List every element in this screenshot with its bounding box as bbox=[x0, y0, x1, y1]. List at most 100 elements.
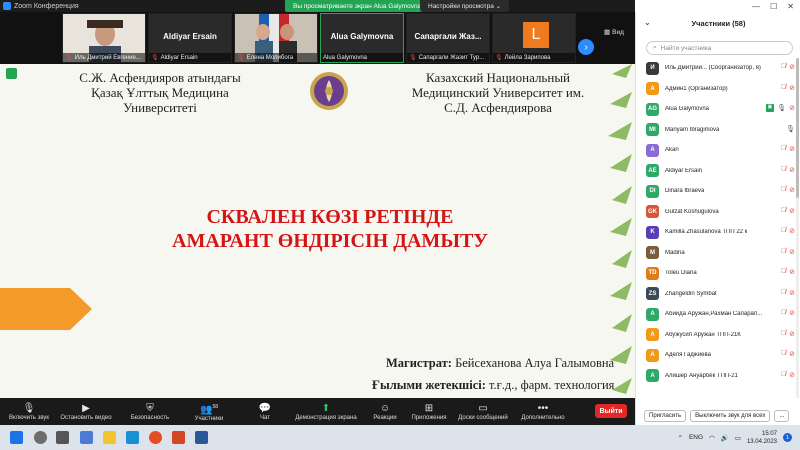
task-view-icon[interactable] bbox=[56, 431, 69, 444]
mic-muted-icon[interactable]: 🎙̸ bbox=[781, 166, 786, 174]
participant-row[interactable]: DI Dinara Ibraeva 🎙̸ ⊘ bbox=[636, 181, 800, 202]
notification-badge[interactable]: 1 bbox=[783, 433, 792, 442]
mic-icon[interactable]: 🎙 bbox=[786, 125, 795, 133]
mic-muted-icon[interactable]: 🎙̸ bbox=[781, 207, 786, 215]
maximize-icon[interactable]: ☐ bbox=[770, 2, 777, 11]
video-thumbnail[interactable]: L 🎙 Лейла Зарипова bbox=[492, 13, 576, 63]
mic-muted-icon[interactable]: 🎙̸ bbox=[781, 63, 786, 71]
video-off-icon[interactable]: ⊘ bbox=[789, 104, 795, 112]
video-off-icon[interactable]: ⊘ bbox=[789, 268, 795, 276]
word-icon[interactable] bbox=[195, 431, 208, 444]
view-button[interactable]: ▦ Вид bbox=[604, 28, 624, 37]
video-thumbnail[interactable]: Alua Galymovna Alua Galymovna bbox=[320, 13, 404, 63]
video-off-icon[interactable]: ⊘ bbox=[789, 371, 795, 379]
participant-row[interactable]: А Алишер Ануарбек ТПП-21 🎙̸ ⊘ bbox=[636, 366, 800, 387]
video-off-icon[interactable]: ⊘ bbox=[789, 84, 795, 92]
close-icon[interactable]: ✕ bbox=[787, 2, 794, 11]
zoom-logo-icon bbox=[3, 2, 11, 10]
participant-row[interactable]: И Иль Дмитрий... (Соорганизатор, я) 🎙̸ ⊘ bbox=[636, 58, 800, 79]
volume-icon[interactable]: 🔊 bbox=[721, 434, 729, 442]
apps-button[interactable]: ⊞ Приложения bbox=[408, 398, 450, 425]
participant-row[interactable]: ZS Zhangeldin Symbat 🎙̸ ⊘ bbox=[636, 284, 800, 305]
participant-row[interactable]: А Аделя Гаджиева 🎙̸ ⊘ bbox=[636, 345, 800, 366]
mic-muted-icon: 🎙 bbox=[237, 55, 245, 61]
scrollbar[interactable] bbox=[796, 58, 799, 398]
video-thumbnail[interactable]: Aldiyar Ersain 🎙 Aldiyar Ersain bbox=[148, 13, 232, 63]
mic-muted-icon[interactable]: 🎙̸ bbox=[781, 371, 786, 379]
panel-title: Участники (58) bbox=[691, 18, 746, 28]
video-off-icon[interactable]: ⊘ bbox=[789, 289, 795, 297]
more-options-button[interactable]: ... bbox=[774, 409, 790, 422]
participant-row[interactable]: GK Gulzat Koshugulova 🎙̸ ⊘ bbox=[636, 202, 800, 223]
mic-muted-icon[interactable]: 🎙̸ bbox=[781, 289, 786, 297]
chevron-up-icon[interactable]: ⌃ bbox=[678, 434, 683, 442]
whiteboard-button[interactable]: ▭ Доски сообщений bbox=[454, 398, 512, 425]
next-page-button[interactable]: › bbox=[578, 39, 594, 55]
wifi-icon[interactable]: ◠ bbox=[709, 434, 715, 442]
chat-icon: 💬 bbox=[258, 402, 272, 414]
unmute-button[interactable]: 🎙 Включить звук bbox=[4, 398, 54, 425]
participant-row[interactable]: AE Aldiyar Ersain 🎙̸ ⊘ bbox=[636, 161, 800, 182]
mic-muted-icon[interactable]: 🎙̸ bbox=[781, 145, 786, 153]
participant-status-icons: 🎙̸ ⊘ bbox=[781, 145, 795, 153]
video-thumbnail[interactable]: Сапаргали Жаз... 🎙 Сапаргали Жазит Тур... bbox=[406, 13, 490, 63]
leave-button[interactable]: Выйти bbox=[595, 404, 627, 418]
participant-row[interactable]: А Админ1 (Организатор) 🎙̸ ⊘ bbox=[636, 79, 800, 100]
language-indicator[interactable]: ENG bbox=[689, 434, 703, 441]
file-explorer-icon[interactable] bbox=[103, 431, 116, 444]
view-options-button[interactable]: Настройки просмотра ⌄ bbox=[420, 0, 510, 12]
battery-icon[interactable]: ▭ bbox=[735, 434, 741, 442]
mic-muted-icon[interactable]: 🎙̸ bbox=[781, 227, 786, 235]
participant-status-icons: 🎙̸ ⊘ bbox=[781, 84, 795, 92]
video-off-icon[interactable]: ⊘ bbox=[789, 350, 795, 358]
minimize-icon[interactable]: — bbox=[752, 2, 760, 11]
participant-row[interactable]: M Madina 🎙̸ ⊘ bbox=[636, 243, 800, 264]
video-off-icon[interactable]: ⊘ bbox=[789, 186, 795, 194]
participants-button[interactable]: 👥58 Участники bbox=[186, 398, 232, 425]
video-off-icon[interactable]: ⊘ bbox=[789, 227, 795, 235]
avatar: А bbox=[646, 307, 659, 321]
mic-muted-icon[interactable]: 🎙̸ bbox=[781, 84, 786, 92]
collapse-panel-icon[interactable]: ⌄ bbox=[644, 18, 651, 27]
participant-row[interactable]: TD Toleu Diana 🎙̸ ⊘ bbox=[636, 263, 800, 284]
windows-start-icon[interactable] bbox=[10, 431, 23, 444]
mute-all-button[interactable]: Выключить звук для всех bbox=[690, 409, 771, 422]
video-off-icon[interactable]: ⊘ bbox=[789, 330, 795, 338]
more-button[interactable]: ••• Дополнительно bbox=[518, 398, 568, 425]
chat-button[interactable]: 💬 Чат bbox=[250, 398, 280, 425]
mic-icon[interactable]: 🎙 bbox=[777, 104, 786, 112]
security-button[interactable]: ⛨ Безопасность bbox=[125, 398, 175, 425]
participant-row[interactable]: А Абужусип Аружан ТПП-21К 🎙̸ ⊘ bbox=[636, 325, 800, 346]
video-off-icon[interactable]: ⊘ bbox=[789, 309, 795, 317]
video-thumbnail[interactable]: 🎙 Иль Дмитрий Евгение... bbox=[62, 13, 146, 63]
mic-muted-icon[interactable]: 🎙̸ bbox=[781, 186, 786, 194]
participant-row[interactable]: MI Mariyam Ibragimova 🎙 bbox=[636, 120, 800, 141]
participant-search-input[interactable]: ⌕ Найти участника bbox=[646, 41, 793, 55]
powerpoint-icon[interactable] bbox=[172, 431, 185, 444]
video-off-icon[interactable]: ⊘ bbox=[789, 145, 795, 153]
security-shield-icon[interactable] bbox=[6, 68, 17, 79]
video-off-icon[interactable]: ⊘ bbox=[789, 63, 795, 71]
participant-row[interactable]: А Абиида Аружан,Рахман Сапарап... 🎙̸ ⊘ bbox=[636, 304, 800, 325]
share-screen-button[interactable]: ⬆ Демонстрация экрана bbox=[290, 398, 362, 425]
search-icon[interactable] bbox=[34, 431, 47, 444]
participant-row[interactable]: K Kamilla Zhasulanova ТПП 22 к 🎙̸ ⊘ bbox=[636, 222, 800, 243]
mic-muted-icon[interactable]: 🎙̸ bbox=[781, 350, 786, 358]
clock[interactable]: 15:07 13.04.2023 bbox=[747, 430, 777, 446]
mic-muted-icon[interactable]: 🎙̸ bbox=[781, 309, 786, 317]
participant-row[interactable]: A Akan 🎙̸ ⊘ bbox=[636, 140, 800, 161]
video-off-icon[interactable]: ⊘ bbox=[789, 207, 795, 215]
video-thumbnail[interactable]: 🎙 Елена Молибога bbox=[234, 13, 318, 63]
chrome-icon[interactable] bbox=[149, 431, 162, 444]
mic-muted-icon[interactable]: 🎙̸ bbox=[781, 268, 786, 276]
widgets-icon[interactable] bbox=[80, 431, 93, 444]
video-off-icon[interactable]: ⊘ bbox=[789, 166, 795, 174]
stop-video-button[interactable]: ▶ Остановить видео bbox=[56, 398, 116, 425]
participant-row[interactable]: AG Alua Galymovna ▣ 🎙 ⊘ bbox=[636, 99, 800, 120]
edge-icon[interactable] bbox=[126, 431, 139, 444]
reactions-button[interactable]: ☺ Реакции bbox=[368, 398, 402, 425]
mic-muted-icon[interactable]: 🎙̸ bbox=[781, 248, 786, 256]
mic-muted-icon[interactable]: 🎙̸ bbox=[781, 330, 786, 338]
invite-button[interactable]: Пригласить bbox=[644, 409, 687, 422]
video-off-icon[interactable]: ⊘ bbox=[789, 248, 795, 256]
